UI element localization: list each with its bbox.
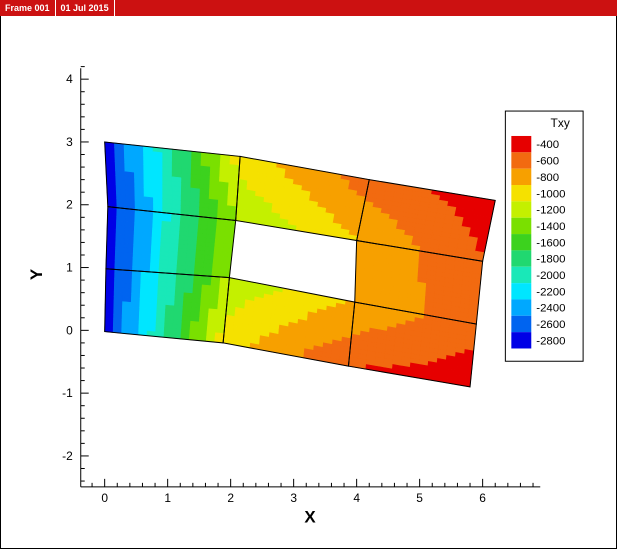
legend-swatch [511, 266, 532, 284]
legend-swatch [511, 135, 532, 153]
legend-label: -1800 [536, 254, 565, 266]
x-tick-label: 4 [353, 491, 360, 505]
frame-label: Frame 001 [0, 0, 56, 16]
frame-header-bar: Frame 001 01 Jul 2015 [0, 0, 617, 16]
legend-label: -1600 [536, 237, 565, 249]
x-tick-label: 2 [227, 491, 234, 505]
legend-swatch [511, 283, 532, 300]
y-tick-label: 1 [66, 261, 73, 275]
legend-label: -400 [536, 139, 559, 151]
x-tick-label: 5 [416, 491, 423, 505]
y-tick-label: 0 [66, 323, 73, 337]
legend-label: -2400 [536, 303, 565, 315]
legend-swatch [511, 185, 532, 202]
mesh-element [104, 268, 230, 344]
legend-label: -2600 [536, 319, 565, 331]
x-tick-label: 3 [290, 491, 297, 505]
x-tick-label: 6 [479, 491, 486, 505]
legend-label: -2000 [536, 270, 565, 282]
legend-swatch [511, 168, 532, 186]
legend-swatch [511, 201, 532, 218]
legend-label: -2200 [536, 286, 565, 298]
y-tick-label: 2 [66, 198, 73, 212]
y-tick-label: 4 [66, 72, 73, 86]
legend-swatch [511, 234, 532, 251]
mesh-element [222, 277, 356, 367]
contour-plot: X Y 0 1 2 3 4 5 6 -2 -1 0 1 2 3 4 Txy -400 -600 -800 -10… [0, 16, 617, 549]
legend-title: Txy [551, 116, 570, 130]
legend-label: -600 [536, 156, 559, 168]
legend-swatch [511, 299, 532, 316]
y-tick-label: -1 [62, 386, 73, 400]
x-axis-title: X [304, 508, 316, 527]
x-tick-label: 1 [164, 491, 171, 505]
y-tick-label: 3 [66, 135, 73, 149]
legend-label: -2800 [536, 335, 565, 347]
legend-label: -800 [536, 172, 559, 184]
legend: Txy -400 -600 -800 -1000 -1200 -1400 -1600 -180… [504, 110, 584, 362]
x-tick-label: 0 [101, 491, 108, 505]
legend-swatch [511, 332, 532, 349]
legend-label: -1200 [536, 205, 565, 217]
frame-date: 01 Jul 2015 [56, 0, 115, 16]
legend-swatch [511, 152, 532, 169]
contour-fill-layer [104, 141, 496, 388]
y-tick-label: -2 [62, 449, 73, 463]
mesh-element [235, 156, 370, 241]
legend-label: -1000 [536, 188, 565, 200]
legend-swatch [511, 217, 532, 235]
legend-swatch [511, 315, 532, 333]
legend-swatch [511, 250, 532, 267]
legend-label: -1400 [536, 221, 565, 233]
y-axis-title: Y [27, 268, 46, 280]
